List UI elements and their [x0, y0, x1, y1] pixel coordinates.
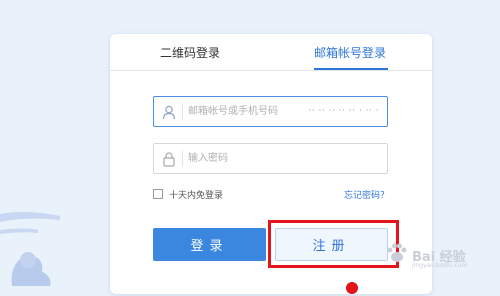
account-input[interactable] [188, 97, 308, 126]
forgot-password-link[interactable]: 忘记密码？ [344, 188, 389, 201]
field-separator [182, 151, 183, 167]
lock-icon [163, 152, 175, 167]
password-field[interactable] [153, 143, 388, 174]
watermark: Bai 经验 jingyan.baidu.com [384, 240, 496, 270]
active-tab-indicator [314, 68, 388, 70]
tab-email-login[interactable]: 邮箱帐号登录 [314, 44, 386, 61]
register-highlight-box [268, 220, 399, 268]
account-field[interactable]: ·· ·· ·· ·· ·· · ·· · [153, 96, 388, 127]
remember-checkbox[interactable] [153, 189, 163, 199]
remember-label: 十天内免登录 [169, 190, 224, 201]
footer-hint [110, 282, 432, 296]
login-button[interactable]: 登录 [153, 228, 266, 261]
user-icon [162, 105, 176, 120]
account-value-blurred: ·· ·· ·· ·· ·· · ·· · [308, 106, 379, 116]
alert-dot [346, 282, 358, 294]
field-separator [182, 104, 183, 120]
tab-qr-login[interactable]: 二维码登录 [160, 44, 220, 61]
watermark-subtext: jingyan.baidu.com [412, 262, 468, 269]
remember-login[interactable]: 十天内免登录 [153, 187, 223, 201]
background-decoration [0, 211, 60, 286]
password-input[interactable] [188, 144, 308, 173]
login-tabs: 二维码登录 邮箱帐号登录 [110, 34, 432, 71]
paw-icon [387, 243, 407, 262]
